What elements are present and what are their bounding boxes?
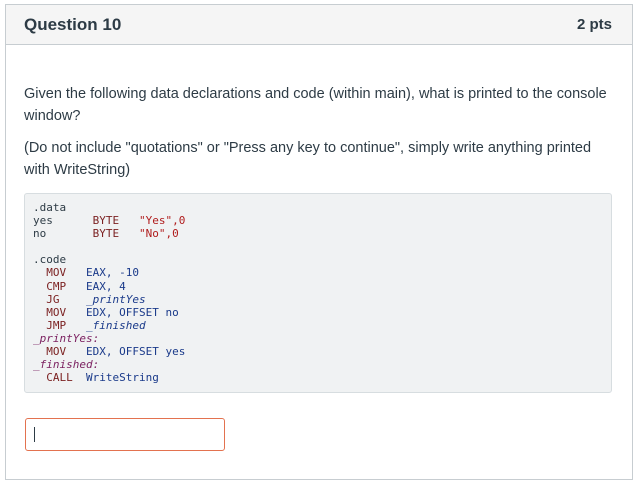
question-body: Given the following data declarations an… (24, 83, 614, 393)
instruction-args: WriteString (86, 371, 159, 385)
question-header: Question 10 2 pts (6, 5, 632, 45)
instruction-op: CMP (46, 279, 67, 293)
instruction-args: EDX, OFFSET yes (86, 345, 186, 359)
answer-input[interactable] (26, 419, 224, 450)
code-line: JMP _finished (33, 319, 601, 332)
code-line: .data (33, 201, 601, 214)
code-line: CALL WriteString (33, 371, 601, 384)
instruction-op: JMP (46, 318, 67, 332)
code-block: .data yes BYTE "Yes",0 no BYTE "No",0 .c… (24, 193, 612, 393)
code-spacer (33, 240, 601, 253)
decl-type: BYTE (92, 214, 120, 228)
instruction-args: EAX, -10 (86, 266, 139, 280)
instruction-op: JG (46, 292, 60, 306)
question-card: Question 10 2 pts Given the following da… (5, 4, 633, 480)
decl-type: BYTE (92, 227, 120, 241)
instruction-op: MOV (46, 266, 67, 280)
question-prompt: Given the following data declarations an… (24, 86, 607, 124)
decl-label: yes (33, 214, 53, 228)
data-directive: .data (33, 201, 67, 214)
code-line: _finished: (33, 358, 601, 371)
code-line: CMP EAX, 4 (33, 280, 601, 293)
code-line: .code (33, 253, 601, 266)
code-line: MOV EAX, -10 (33, 266, 601, 279)
code-line: _printYes: (33, 332, 601, 345)
answer-field[interactable] (25, 418, 225, 451)
instruction-op: MOV (46, 345, 67, 359)
code-line: MOV EDX, OFFSET no (33, 306, 601, 319)
question-points: 2 pts (576, 16, 612, 33)
instruction-op: CALL (46, 371, 73, 385)
code-label: _finished: (33, 358, 100, 372)
code-line: no BYTE "No",0 (33, 227, 601, 240)
instruction-args: EAX, 4 (86, 279, 126, 293)
code-line: JG _printYes (33, 293, 601, 306)
instruction-args: _finished (86, 318, 146, 332)
decl-label: no (33, 227, 47, 241)
decl-value: "Yes",0 (139, 214, 186, 228)
instruction-args: _printYes (86, 292, 146, 306)
question-instructions: (Do not include "quotations" or "Press a… (24, 140, 592, 178)
instruction-op: MOV (46, 305, 67, 319)
code-line: MOV EDX, OFFSET yes (33, 345, 601, 358)
instruction-args: EDX, OFFSET no (86, 305, 179, 319)
code-directive: .code (33, 253, 67, 267)
code-line: yes BYTE "Yes",0 (33, 214, 601, 227)
decl-value: "No",0 (138, 227, 179, 241)
code-label: _printYes: (33, 331, 100, 345)
question-title: Question 10 (24, 14, 122, 34)
